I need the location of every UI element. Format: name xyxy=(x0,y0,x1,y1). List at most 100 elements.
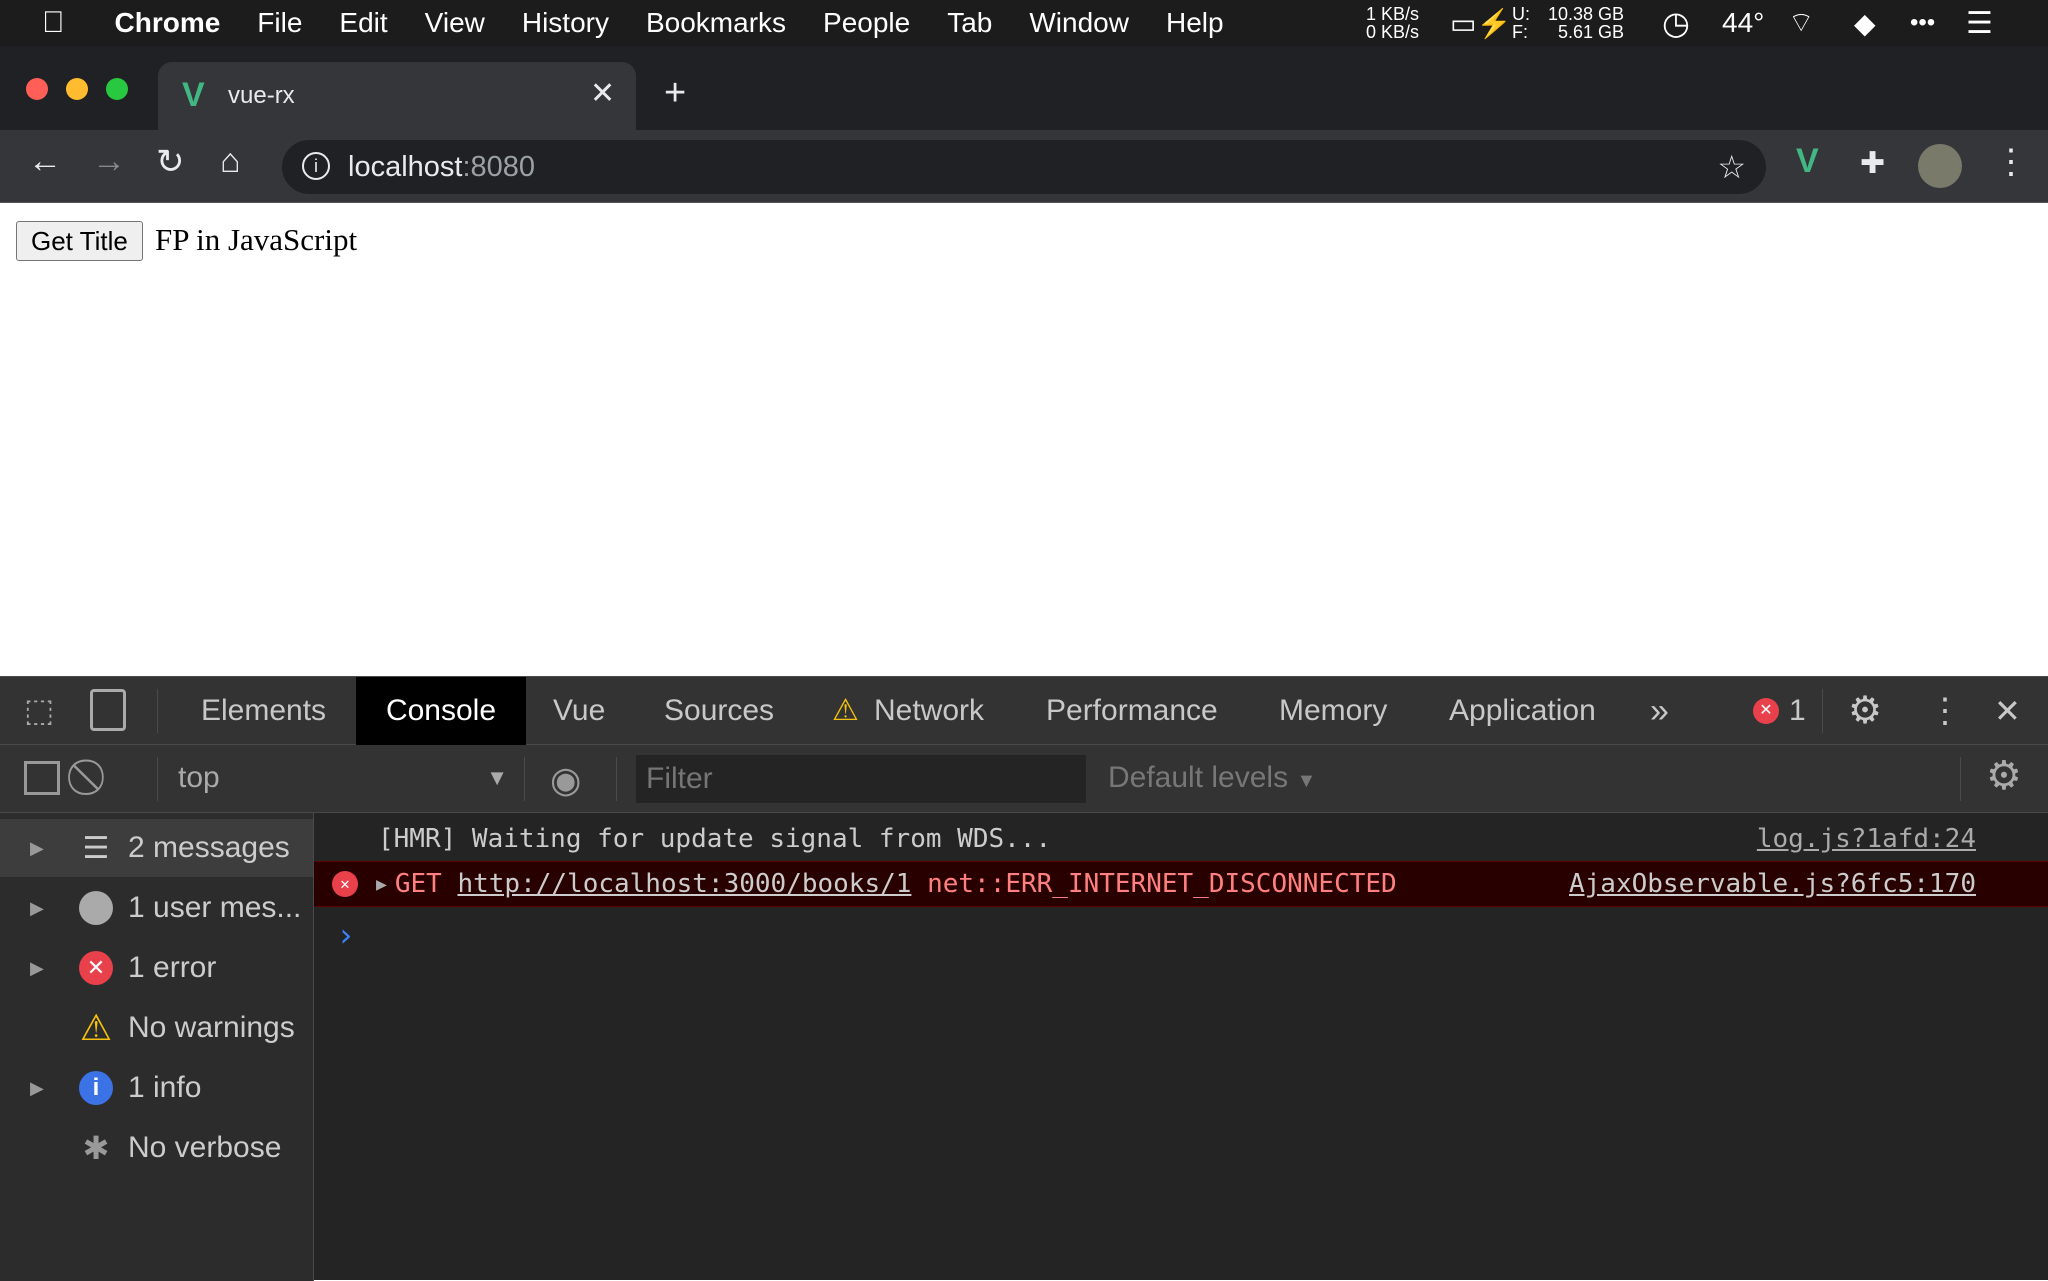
dropdown-arrow-icon: ▼ xyxy=(1296,770,1317,792)
console-message-log: [HMR] Waiting for update signal from WDS… xyxy=(314,817,2048,861)
expand-arrow-icon[interactable]: ▶ xyxy=(0,1078,64,1099)
net-up: 1 KB/s xyxy=(1366,4,1420,24)
control-list-icon[interactable]: ☰ xyxy=(1966,0,1993,46)
get-title-button[interactable]: Get Title xyxy=(16,221,143,261)
disk-usage[interactable]: U: F: 10.38 GB 5.61 GB xyxy=(1512,0,1624,46)
message-text: [HMR] Waiting for update signal from WDS… xyxy=(378,824,1052,854)
menu-help[interactable]: Help xyxy=(1166,7,1224,39)
temperature[interactable]: 44° xyxy=(1722,0,1764,46)
devtools-menu-icon[interactable]: ⋮ xyxy=(1928,677,1962,745)
disk-f: 5.61 GB xyxy=(1558,22,1625,42)
network-speed[interactable]: 1 KB/s 0 KB/s xyxy=(1366,0,1419,46)
error-count[interactable]: 1 xyxy=(1789,677,1806,745)
back-icon[interactable]: ← xyxy=(28,142,62,181)
tab-console[interactable]: Console xyxy=(356,677,526,745)
expand-arrow-icon[interactable]: ▶ xyxy=(0,958,64,979)
reload-icon[interactable]: ↻ xyxy=(156,142,185,182)
message-source-link[interactable]: AjaxObservable.js?6fc5:170 xyxy=(1569,869,1976,899)
context-value: top xyxy=(178,761,220,794)
sidebar-label: 1 user mes... xyxy=(128,891,302,924)
error-count-icon[interactable]: ✕ xyxy=(1753,698,1779,724)
vue-devtools-extension-icon[interactable]: V xyxy=(1796,142,1819,181)
expand-arrow-icon[interactable]: ▶ xyxy=(0,838,64,859)
menu-app[interactable]: Chrome xyxy=(115,7,221,39)
menu-view[interactable]: View xyxy=(425,7,485,39)
menu-people[interactable]: People xyxy=(823,7,910,39)
context-select[interactable]: top ▼ xyxy=(178,745,508,813)
vue-favicon-icon: V xyxy=(182,76,205,114)
clock-icon[interactable]: ◷ xyxy=(1662,0,1690,46)
log-levels-dropdown[interactable]: Default levels ▼ xyxy=(1108,745,1316,814)
menu-file[interactable]: File xyxy=(257,7,302,39)
console-settings-gear-icon[interactable]: ⚙ xyxy=(1986,753,2022,799)
wifi-icon[interactable]: ⌔ xyxy=(1788,0,1814,46)
address-bar[interactable]: i localhost:8080 ☆ xyxy=(282,140,1766,194)
macos-menubar:  Chrome File Edit View History Bookmark… xyxy=(0,0,2048,46)
page-content: Get Title FP in JavaScript xyxy=(0,204,2048,676)
home-icon[interactable]: ⌂ xyxy=(220,142,241,181)
list-icon: ☰ xyxy=(82,831,110,865)
sidebar-item-errors[interactable]: ▶ ✕ 1 error xyxy=(0,939,313,997)
app-icon[interactable]: ◆ xyxy=(1854,0,1876,46)
menu-tab[interactable]: Tab xyxy=(947,7,992,39)
menu-edit[interactable]: Edit xyxy=(339,7,387,39)
request-url-link[interactable]: http://localhost:3000/books/1 xyxy=(457,869,911,899)
inspect-element-icon[interactable]: ⬚ xyxy=(24,691,54,729)
info-icon: i xyxy=(64,1071,128,1105)
console-prompt[interactable]: › xyxy=(314,913,2048,957)
devtools-panel: ⬚ Elements Console Vue Sources ⚠ Network… xyxy=(0,676,2048,1281)
sidebar-label: 1 error xyxy=(128,951,217,984)
menu-window[interactable]: Window xyxy=(1029,7,1129,39)
sidebar-label: No warnings xyxy=(128,1011,295,1044)
menu-history[interactable]: History xyxy=(522,7,609,39)
device-toolbar-icon[interactable] xyxy=(90,689,126,731)
filter-input[interactable] xyxy=(636,755,1086,803)
sidebar-item-verbose[interactable]: ✱ No verbose xyxy=(0,1119,313,1177)
tab-vue-rx[interactable]: V vue-rx ✕ xyxy=(158,62,636,130)
expand-arrow-icon[interactable]: ▶ xyxy=(0,898,64,919)
error-icon: ✕ xyxy=(332,871,358,897)
disk-f-label: F: xyxy=(1512,22,1528,42)
minimize-window-button[interactable] xyxy=(66,78,88,100)
new-tab-button[interactable]: + xyxy=(664,74,686,112)
bookmark-star-icon[interactable]: ☆ xyxy=(1717,148,1746,186)
message-source-link[interactable]: log.js?1afd:24 xyxy=(1757,824,1976,854)
info-icon[interactable]: i xyxy=(302,152,330,180)
tab-performance[interactable]: Performance xyxy=(1046,677,1218,745)
battery-icon[interactable]: ▭⚡ xyxy=(1450,0,1511,46)
extensions-icon[interactable]: ✚ xyxy=(1860,146,1885,181)
sidebar-toggle-icon[interactable] xyxy=(24,761,60,795)
tab-network[interactable]: Network xyxy=(874,677,984,745)
menu-bookmarks[interactable]: Bookmarks xyxy=(646,7,786,39)
sidebar-item-info[interactable]: ▶ i 1 info xyxy=(0,1059,313,1117)
tab-strip: V vue-rx ✕ + xyxy=(0,46,2048,130)
sidebar-item-warnings[interactable]: ⚠ No warnings xyxy=(0,999,313,1057)
tab-memory[interactable]: Memory xyxy=(1279,677,1387,745)
sidebar-item-user-messages[interactable]: ▶ 1 user mes... xyxy=(0,879,313,937)
close-window-button[interactable] xyxy=(26,78,48,100)
prompt-chevron-icon: › xyxy=(336,916,356,954)
disk-u: 10.38 GB xyxy=(1548,4,1625,24)
tab-vue[interactable]: Vue xyxy=(553,677,605,745)
more-tabs-icon[interactable]: » xyxy=(1650,677,1669,745)
close-devtools-icon[interactable]: ✕ xyxy=(1994,677,2021,745)
sidebar-label: No verbose xyxy=(128,1131,282,1164)
tab-elements[interactable]: Elements xyxy=(201,677,326,745)
sidebar-item-messages[interactable]: ▶ ☰ 2 messages xyxy=(0,819,313,877)
url-host: localhost xyxy=(348,150,463,183)
sidebar-label: 2 messages xyxy=(128,831,290,864)
tab-sources[interactable]: Sources xyxy=(664,677,774,745)
expand-arrow-icon[interactable]: ▶ xyxy=(376,874,387,895)
settings-gear-icon[interactable]: ⚙ xyxy=(1848,677,1882,745)
error-icon: ✕ xyxy=(64,951,128,985)
close-tab-icon[interactable]: ✕ xyxy=(590,76,615,111)
tab-application[interactable]: Application xyxy=(1449,677,1596,745)
console-toolbar: ⃠ top▼ ◉ Default levels ▼ ⚙ xyxy=(0,745,2048,813)
forward-icon[interactable]: → xyxy=(92,142,126,181)
zoom-window-button[interactable] xyxy=(106,78,128,100)
more-icon[interactable]: ••• xyxy=(1910,0,1935,46)
eye-icon[interactable]: ◉ xyxy=(550,759,581,801)
apple-icon[interactable]:  xyxy=(42,6,65,40)
profile-avatar[interactable] xyxy=(1918,144,1962,188)
chrome-menu-icon[interactable]: ⋮ xyxy=(1994,142,2028,182)
